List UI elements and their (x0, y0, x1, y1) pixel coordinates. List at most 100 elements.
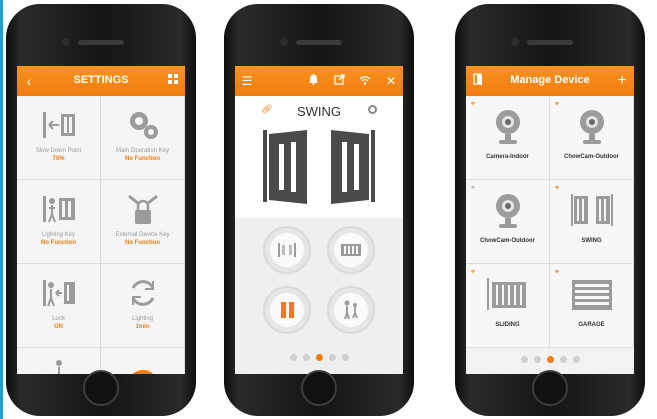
link-icon: ⚭ (554, 269, 560, 276)
link-icon: ⚭ (470, 269, 476, 276)
page-dot[interactable] (289, 354, 297, 361)
device-label: ChowCam-Outdoor (480, 238, 535, 244)
manage-header: Manage Device + (466, 66, 634, 96)
home-button[interactable] (532, 370, 568, 406)
link-icon: ⚭ (470, 185, 476, 192)
front-camera (280, 38, 288, 46)
refresh-icon (131, 280, 155, 306)
settings-header: ‹ SETTINGS (17, 66, 185, 96)
page-dot[interactable] (533, 356, 541, 363)
setting-lighting-key[interactable]: Lighting Key No Function (17, 180, 101, 264)
page-dot[interactable] (302, 354, 310, 361)
device-grid: ⚭ Camera-Indoor ⚭ ChowCam-Outdoor ⚭ Chow… (466, 96, 634, 348)
page-dot[interactable] (559, 356, 567, 363)
manage-device-screen: Manage Device + ⚭ Camera-Indoor ⚭ ChowCa… (466, 66, 634, 374)
list-icon[interactable]: ☰ (239, 73, 255, 89)
device-label: Camera-Indoor (486, 154, 529, 160)
setting-main-operation-key[interactable]: Main Operation Key No Function (101, 96, 185, 180)
speaker (527, 40, 573, 45)
setting-lock[interactable]: Lock ON (17, 264, 101, 348)
orange-action-icon[interactable] (128, 370, 158, 374)
settings-grid: Slow Down Point 75% Main Operation Key N… (17, 96, 185, 374)
device-tile[interactable]: ⚭ SLIDING (466, 264, 550, 348)
camera-icon (496, 194, 520, 228)
front-camera (511, 38, 519, 46)
swing-gate-icon (571, 194, 613, 226)
open-gate-icon (278, 243, 296, 257)
link-icon: ⚭ (554, 101, 560, 108)
link-icon: ⚭ (554, 185, 560, 192)
device-tile[interactable]: ⚭ ChowCam-Outdoor (466, 180, 550, 264)
setting-partial-right[interactable] (101, 348, 185, 374)
page-dot[interactable] (328, 354, 336, 361)
close-gate-button[interactable] (327, 226, 375, 274)
page-dot[interactable] (520, 356, 528, 363)
device-tile[interactable]: ⚭ GARAGE (550, 264, 634, 348)
gate-name: SWING (296, 104, 342, 119)
side-stripe (0, 0, 3, 419)
setting-value: 75% (52, 156, 65, 162)
device-label: SLIDING (495, 322, 520, 328)
gate-arrow-icon (43, 112, 75, 138)
page-indicator (235, 348, 403, 366)
device-tile[interactable]: ⚭ Camera-Indoor (466, 96, 550, 180)
plus-icon[interactable]: + (614, 73, 630, 89)
wifi-icon[interactable] (357, 73, 373, 89)
page-dot[interactable] (341, 354, 349, 361)
page-dot-active[interactable] (315, 354, 323, 361)
page-dot[interactable] (572, 356, 580, 363)
swing-screen: ☰ ✕ 🔗︎ SWING (235, 66, 403, 374)
bell-icon[interactable] (305, 73, 321, 89)
front-camera (62, 38, 70, 46)
settings-screen: ‹ SETTINGS Slow Down Point 75% Main Oper… (17, 66, 185, 374)
speaker (78, 40, 124, 45)
person-gate-arrow-icon (43, 280, 75, 307)
setting-value: No Function (41, 240, 76, 246)
control-panel (235, 218, 403, 374)
device-label: GARAGE (578, 322, 605, 328)
setting-label: Lighting (131, 316, 154, 322)
setting-label: Slow Down Point (35, 148, 82, 154)
person-gate-icon (43, 196, 75, 223)
chain-lock-icon (128, 194, 158, 224)
page-dot-active[interactable] (546, 356, 554, 363)
setting-partial-left[interactable] (17, 348, 101, 374)
home-button[interactable] (301, 370, 337, 406)
setting-label: Lock (52, 316, 65, 322)
pause-button[interactable] (263, 286, 311, 334)
camera-icon (580, 110, 604, 144)
speaker (296, 40, 342, 45)
external-link-icon[interactable] (331, 73, 347, 89)
sliding-gate-icon (487, 278, 526, 310)
pedestrian-button[interactable] (327, 286, 375, 334)
setting-slow-down-point[interactable]: Slow Down Point 75% (17, 96, 101, 180)
person-icon (56, 360, 62, 374)
setting-value: No Function (125, 240, 160, 246)
setting-lighting[interactable]: Lighting 1min (101, 264, 185, 348)
device-label: SWING (581, 238, 602, 244)
pedestrian-icon (344, 300, 358, 320)
swing-gate-icon (263, 130, 375, 204)
device-tile[interactable]: ⚭ SWING (550, 180, 634, 264)
link-icon: ⚭ (470, 101, 476, 108)
setting-value: ON (54, 324, 63, 330)
tools-icon[interactable]: ✕ (383, 73, 399, 89)
camera-small-icon[interactable] (368, 105, 377, 114)
setting-label: Main Operation Key (115, 148, 170, 154)
garage-icon (572, 280, 612, 310)
open-gate-button[interactable] (263, 226, 311, 274)
setting-value: 1min (135, 324, 150, 330)
swing-header: ☰ ✕ (235, 66, 403, 96)
gears-icon (130, 112, 158, 139)
pause-icon (281, 302, 294, 318)
stage: ‹ SETTINGS Slow Down Point 75% Main Oper… (0, 0, 657, 419)
device-tile[interactable]: ⚭ ChowCam-Outdoor (550, 96, 634, 180)
close-gate-icon (341, 244, 361, 256)
page-title: Manage Device (510, 74, 590, 86)
setting-value: No Function (125, 156, 160, 162)
home-button[interactable] (83, 370, 119, 406)
grid-menu-icon[interactable] (165, 73, 181, 89)
setting-label: External Device Key (115, 232, 170, 238)
setting-external-device-key[interactable]: External Device Key No Function (101, 180, 185, 264)
device-label: ChowCam-Outdoor (564, 154, 619, 160)
